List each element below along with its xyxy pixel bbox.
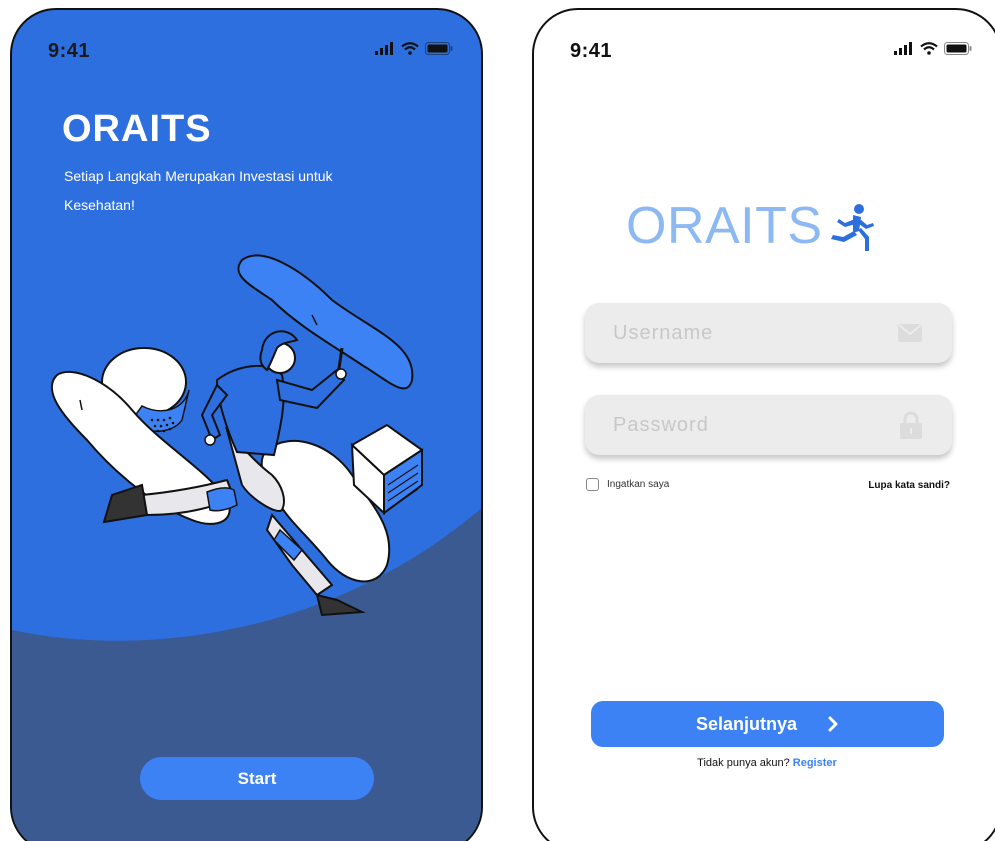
password-input[interactable] bbox=[613, 413, 853, 437]
battery-icon bbox=[944, 42, 972, 55]
no-account-text: Tidak punya akun? bbox=[697, 757, 790, 769]
status-time: 9:41 bbox=[570, 40, 613, 62]
username-input[interactable] bbox=[613, 321, 853, 345]
wifi-icon bbox=[920, 42, 938, 55]
lock-icon bbox=[900, 411, 922, 439]
status-icons bbox=[894, 42, 972, 55]
login-screen: 9:41 ORAITS Username Ingatkan saya Lupa … bbox=[532, 8, 995, 841]
next-button-label: Selanjutnya bbox=[695, 713, 798, 734]
forgot-password-link[interactable]: Lupa kata sandi? bbox=[868, 480, 950, 491]
remember-checkbox[interactable] bbox=[586, 478, 599, 491]
brand-title: ORAITS bbox=[62, 108, 212, 150]
wifi-icon bbox=[401, 42, 419, 55]
register-link[interactable]: Register bbox=[793, 757, 837, 769]
mail-icon bbox=[898, 324, 922, 342]
remember-me[interactable]: Ingatkan saya bbox=[586, 478, 669, 491]
runner-icon bbox=[830, 204, 874, 251]
status-icons bbox=[375, 42, 453, 55]
brand-title: ORAITS bbox=[626, 197, 823, 255]
signal-icon bbox=[894, 42, 912, 55]
runner-illustration bbox=[50, 254, 424, 617]
signal-icon bbox=[375, 42, 393, 55]
signup-prompt: Tidak punya akun? Register bbox=[534, 757, 995, 769]
splash-screen: 9:41 ORAITS Setiap Langkah Merupakan Inv… bbox=[10, 8, 483, 841]
password-field[interactable] bbox=[585, 395, 952, 455]
username-field[interactable] bbox=[585, 303, 952, 363]
status-time: 9:41 bbox=[48, 40, 91, 62]
start-button[interactable]: Start bbox=[140, 757, 374, 800]
remember-label: Ingatkan saya bbox=[607, 479, 670, 490]
chevron-right-icon bbox=[828, 716, 838, 732]
battery-icon bbox=[425, 42, 453, 55]
brand-logo: ORAITS bbox=[626, 196, 875, 256]
next-button[interactable]: Selanjutnya bbox=[591, 701, 944, 747]
tagline: Setiap Langkah Merupakan Investasi untuk… bbox=[64, 168, 333, 213]
